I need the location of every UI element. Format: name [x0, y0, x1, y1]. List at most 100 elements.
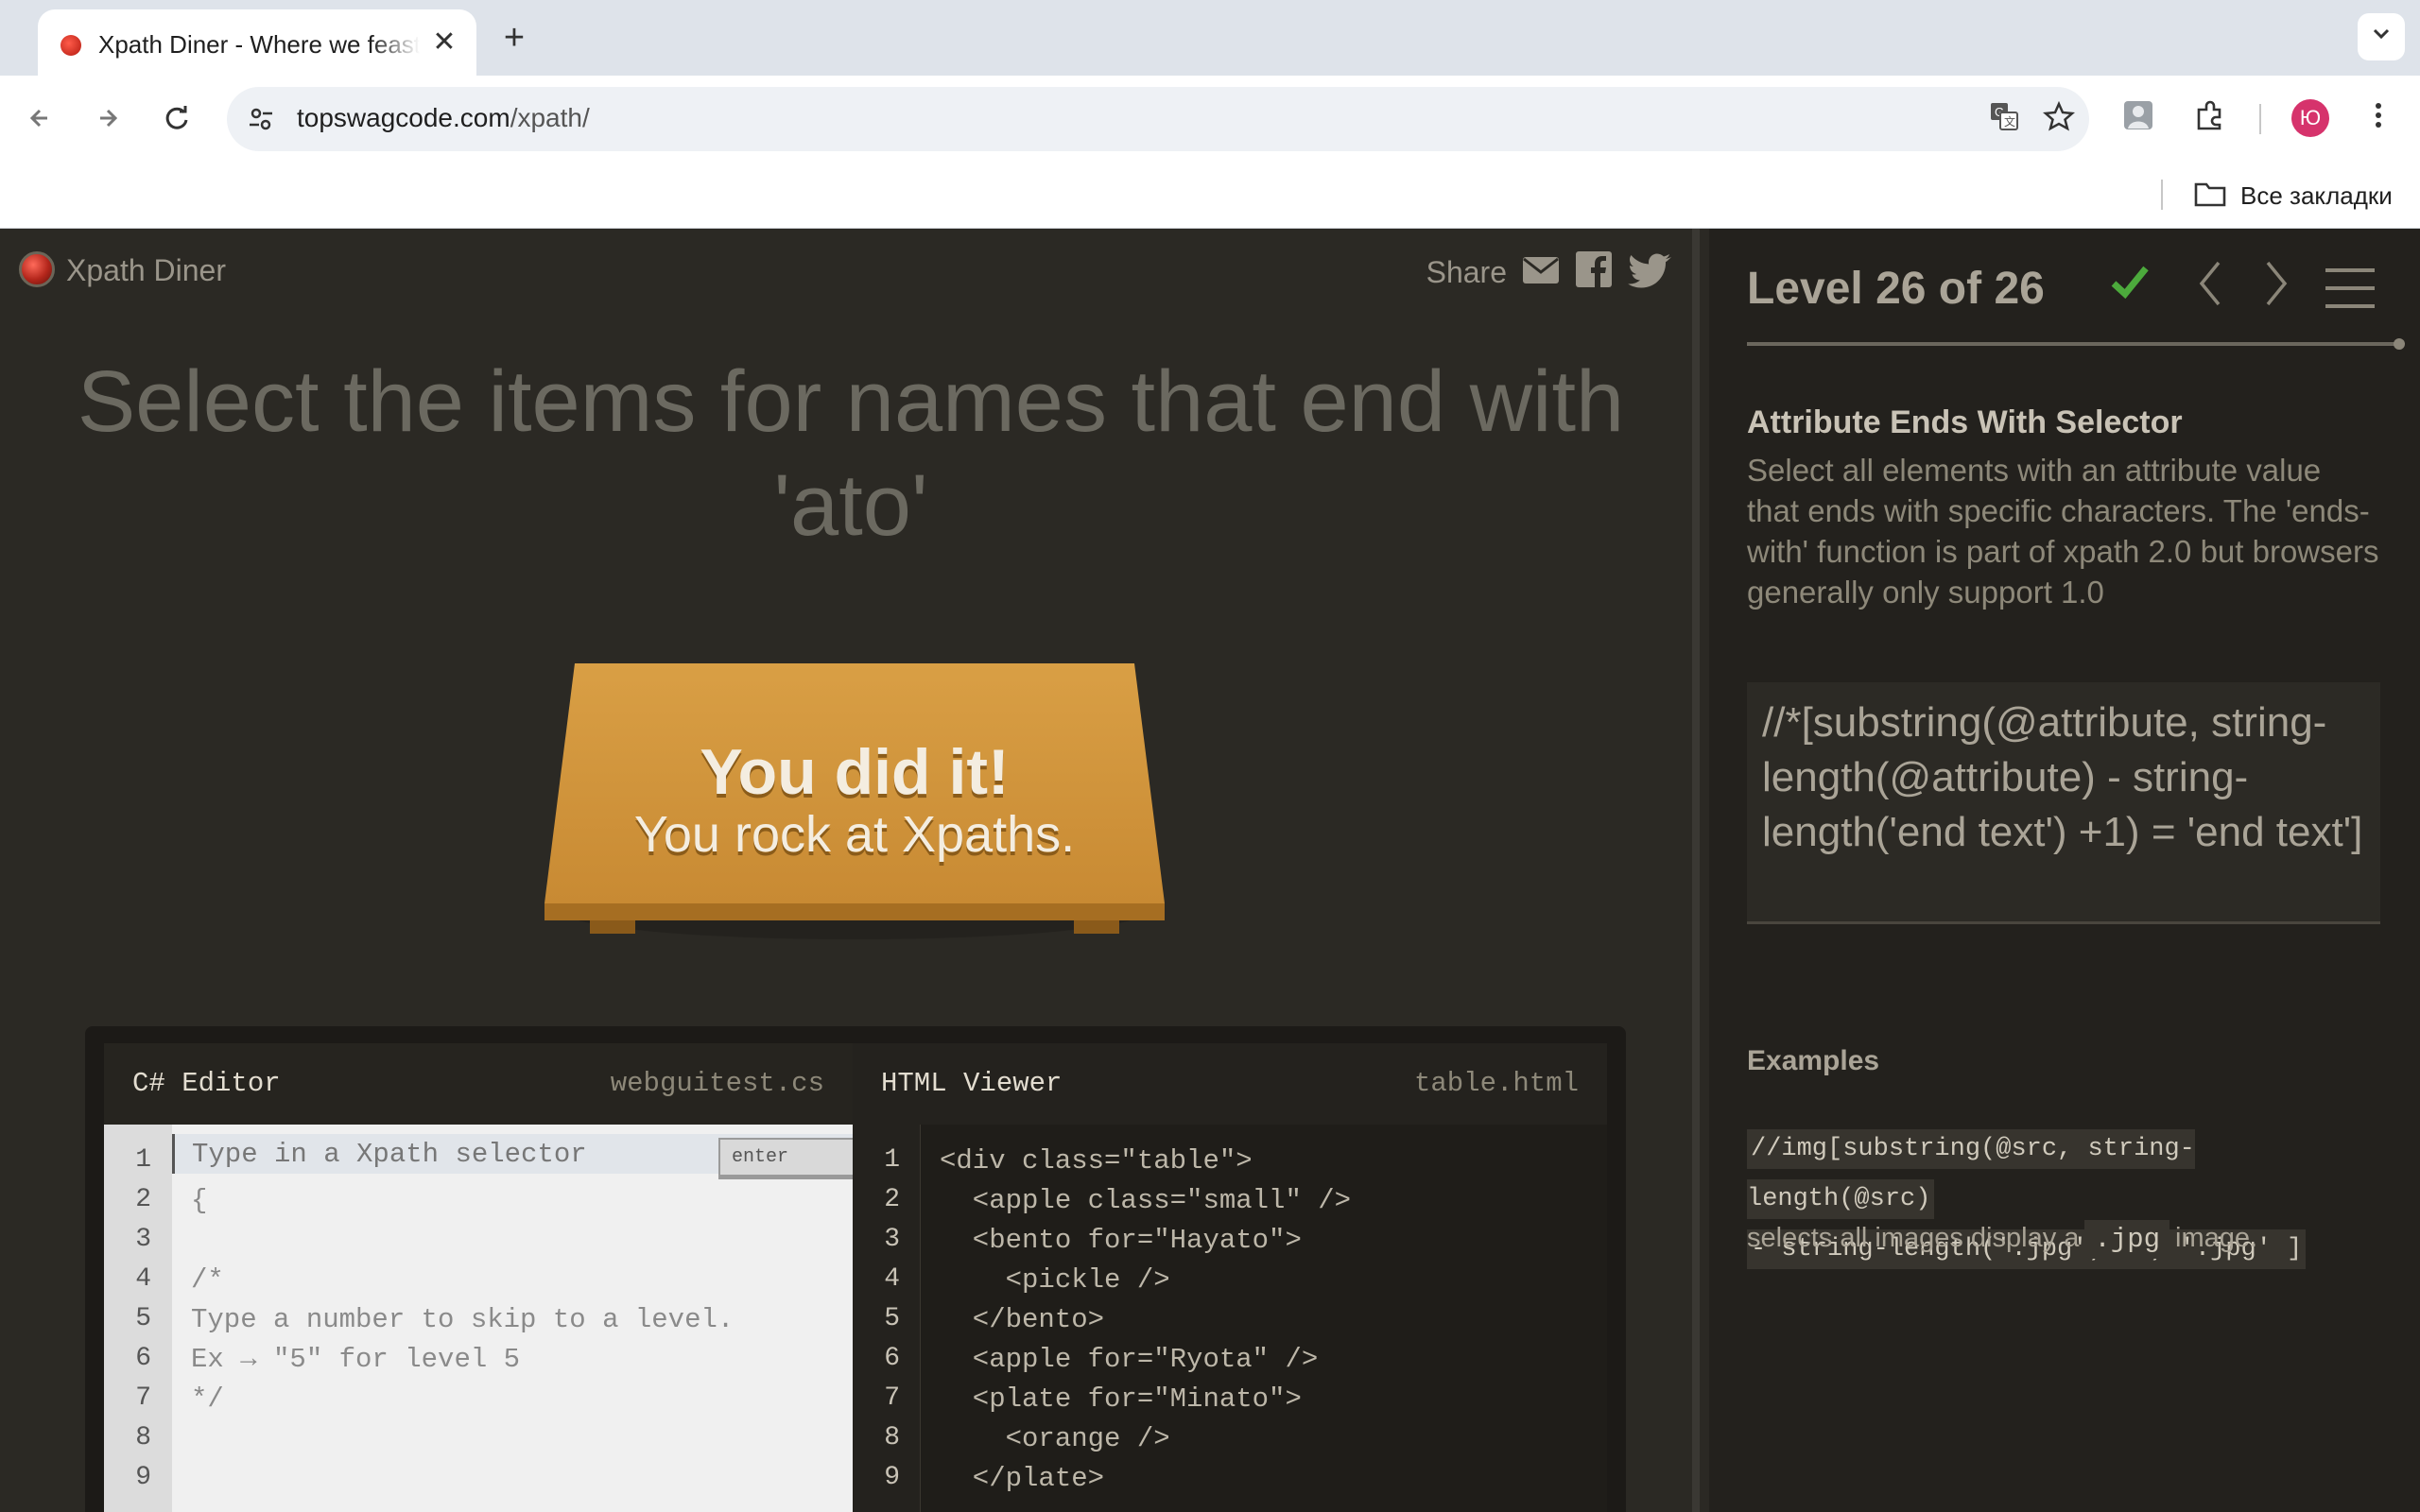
chevron-down-icon: [2373, 28, 2390, 40]
code-line: {: [191, 1185, 208, 1216]
url-host: topswagcode.com: [297, 103, 510, 132]
level-sidebar: Level 26 of 26 Attribute Ends With Selec…: [1709, 229, 2420, 1512]
line-number: 2: [884, 1185, 900, 1214]
html-pane-title: HTML Viewer: [881, 1068, 1063, 1099]
order-instruction: Select the items for names that end with…: [77, 353, 1625, 554]
folder-icon: [2193, 178, 2227, 217]
examples-heading: Examples: [1747, 1045, 1880, 1076]
reload-button[interactable]: [155, 96, 199, 140]
share-bar: Share: [1390, 248, 1673, 291]
line-number: 4: [135, 1264, 151, 1294]
line-number: 6: [884, 1344, 900, 1373]
address-bar[interactable]: topswagcode.com/xpath/ G文: [227, 87, 2089, 151]
site-settings-icon[interactable]: [246, 104, 276, 134]
level-progress-bar: [1747, 338, 2405, 350]
avatar[interactable]: Ю: [2291, 99, 2329, 137]
code-line: /*: [191, 1264, 224, 1296]
enter-button[interactable]: enter: [718, 1138, 858, 1179]
selector-syntax: //*[substring(@attribute, string-length(…: [1747, 682, 2380, 924]
translate-icon[interactable]: G文: [1985, 100, 2023, 138]
line-number: 7: [884, 1383, 900, 1413]
bookmarks-bar: Все закладки: [0, 161, 2420, 229]
line-number: 3: [135, 1225, 151, 1254]
selector-description: Select all elements with an attribute va…: [1747, 453, 2379, 610]
html-line[interactable]: <pickle />: [940, 1264, 1170, 1296]
next-level-icon[interactable]: [2252, 255, 2299, 312]
example-text-before: selects all images display a: [1747, 1223, 2080, 1253]
level-menu-icon[interactable]: [2325, 268, 2375, 310]
line-number: 1: [884, 1145, 900, 1175]
css-line-gutter: 1 2 3 4 5 6 7 8 9: [104, 1125, 172, 1512]
more-menu-icon[interactable]: [2358, 98, 2399, 140]
bookmark-star-icon[interactable]: [2040, 100, 2078, 138]
toolbar-separator: [2259, 104, 2261, 134]
bookmarks-separator: [2161, 180, 2163, 210]
example-explanation: selects all images display a .jpg image.: [1747, 1220, 2258, 1259]
new-tab-button[interactable]: +: [495, 17, 533, 59]
line-number: 9: [884, 1463, 900, 1492]
example-code-line: //img[substring(@src, string-length(@src…: [1747, 1129, 2195, 1219]
line-number: 5: [884, 1304, 900, 1333]
favicon-icon: [60, 35, 81, 56]
line-number: 2: [135, 1185, 151, 1214]
example-inline-code: .jpg: [2084, 1220, 2170, 1259]
panel-divider[interactable]: [1692, 229, 1700, 1512]
profile-extension-icon[interactable]: [2118, 98, 2159, 140]
arrow-left-icon: [29, 109, 47, 128]
dining-table: You did it! You rock at Xpaths.: [544, 663, 1165, 947]
share-label: Share: [1426, 255, 1507, 289]
html-line-gutter: 1 2 3 4 5 6 7 8 9: [853, 1125, 921, 1512]
tab-close-icon[interactable]: ✕: [427, 26, 461, 60]
selector-name: Attribute Ends With Selector: [1747, 404, 2183, 440]
html-line[interactable]: <bento for="Hayato">: [940, 1225, 1302, 1256]
game-area: Xpath Diner Share Select the items for n…: [0, 229, 1692, 1512]
code-line: */: [191, 1383, 224, 1415]
tab-search-button[interactable]: [2358, 13, 2405, 60]
browser-toolbar: topswagcode.com/xpath/ G文 Ю: [0, 76, 2420, 161]
forward-button[interactable]: [87, 96, 130, 140]
email-icon[interactable]: [1522, 248, 1560, 291]
page-content: Xpath Diner Share Select the items for n…: [0, 229, 2420, 1512]
line-number: 9: [135, 1463, 151, 1492]
level-progress-fill: [1747, 338, 2405, 350]
code-editor: C# Editor webguitest.cs HTML Viewer tabl…: [85, 1026, 1626, 1512]
facebook-icon[interactable]: [1575, 248, 1613, 291]
html-line[interactable]: <div class="table">: [940, 1145, 1253, 1177]
line-number: 8: [135, 1423, 151, 1452]
success-headline: You did it!: [700, 736, 1010, 808]
line-number: 7: [135, 1383, 151, 1413]
css-pane-title: C# Editor: [132, 1068, 281, 1099]
css-pane-header: C# Editor webguitest.cs: [104, 1043, 853, 1125]
all-bookmarks-link[interactable]: Все закладки: [2240, 181, 2393, 211]
twitter-icon[interactable]: [1628, 248, 1673, 291]
html-line[interactable]: <apple for="Ryota" />: [940, 1344, 1318, 1375]
previous-level-icon[interactable]: [2187, 255, 2235, 312]
html-line[interactable]: <orange />: [940, 1423, 1170, 1454]
logo-icon: [19, 251, 55, 287]
line-number: 1: [135, 1145, 151, 1175]
code-line: Type a number to skip to a level.: [191, 1304, 735, 1335]
browser-tab[interactable]: Xpath Diner - Where we feast on XPath ✕: [38, 9, 476, 76]
line-number: 3: [884, 1225, 900, 1254]
line-number: 8: [884, 1423, 900, 1452]
arrow-right-icon: [100, 109, 118, 128]
url-text: topswagcode.com/xpath/: [297, 103, 590, 133]
html-line[interactable]: <plate for="Minato">: [940, 1383, 1302, 1415]
logo-text: Xpath Diner: [66, 253, 226, 287]
code-line: Ex → "5" for level 5: [191, 1344, 521, 1375]
success-subline: You rock at Xpaths.: [633, 806, 1076, 863]
html-line[interactable]: <apple class="small" />: [940, 1185, 1351, 1216]
html-line[interactable]: </plate>: [940, 1463, 1104, 1494]
example-text-after: image.: [2175, 1223, 2258, 1253]
html-line[interactable]: </bento>: [940, 1304, 1104, 1335]
check-icon: [2108, 261, 2152, 316]
url-path: /xpath/: [510, 103, 590, 132]
line-number: 6: [135, 1344, 151, 1373]
svg-text:文: 文: [2004, 114, 2015, 129]
html-viewer-body: 1 2 3 4 5 6 7 8 9 <div class="table"> <a…: [853, 1125, 1607, 1512]
extensions-icon[interactable]: [2189, 98, 2231, 140]
tab-title: Xpath Diner - Where we feast on XPath: [98, 30, 420, 59]
back-button[interactable]: [19, 96, 62, 140]
html-pane-filename: table.html: [1413, 1068, 1579, 1099]
css-pane-filename: webguitest.cs: [610, 1068, 824, 1099]
